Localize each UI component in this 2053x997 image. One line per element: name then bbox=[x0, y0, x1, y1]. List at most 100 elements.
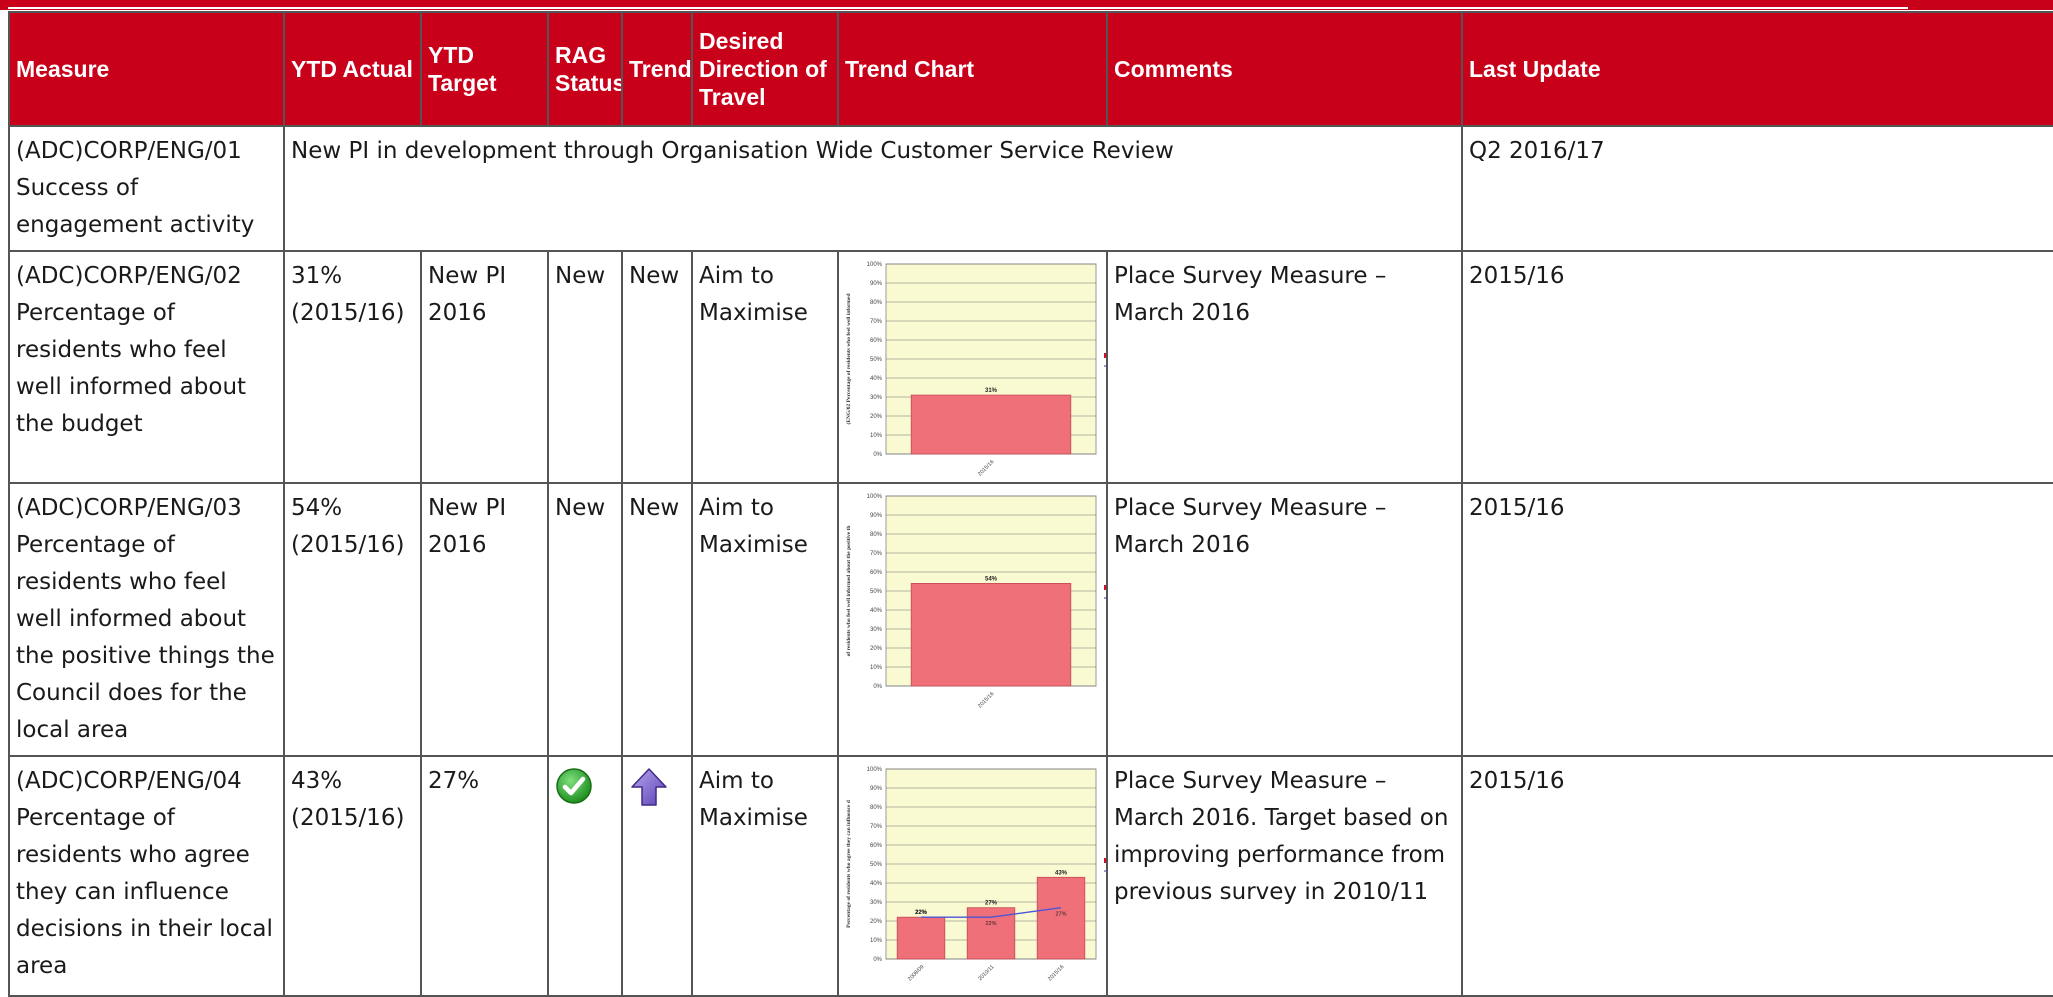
target-label: 27% bbox=[1055, 912, 1066, 918]
bar bbox=[910, 583, 1072, 687]
bar bbox=[896, 916, 946, 960]
header-comments: Comments bbox=[1106, 11, 1463, 127]
header-direction: Desired Direction of Travel bbox=[691, 11, 839, 127]
trend-chart: 0% 10% 20% 30% 40% 50% 60% 70% 80% 90% 100% (ENG/02… bbox=[845, 262, 1105, 477]
y-tick-label: 100% bbox=[867, 767, 883, 773]
y-tick-label: 80% bbox=[870, 532, 883, 538]
y-tick-label: 40% bbox=[870, 881, 883, 887]
data-label: 54% bbox=[985, 576, 998, 582]
table-row: (ADC)CORP/ENG/01 Success of engagement a… bbox=[8, 125, 2053, 252]
x-tick-label: 2015/16 bbox=[1047, 964, 1065, 982]
y-tick-label: 10% bbox=[870, 938, 883, 944]
data-label: 27% bbox=[985, 901, 998, 907]
y-tick-label: 90% bbox=[870, 786, 883, 792]
y-tick-label: 50% bbox=[870, 357, 883, 363]
ytd-target-cell: 27% bbox=[420, 755, 549, 997]
y-tick-label: 50% bbox=[870, 589, 883, 595]
y-tick-label: 0% bbox=[873, 684, 882, 690]
header-ytd-target: YTD Target bbox=[420, 11, 549, 127]
table-row: (ADC)CORP/ENG/04 Percentage of residents… bbox=[8, 755, 2053, 997]
trend-chart-cell: 0% 10% 20% 30% 40% 50% 60% 70% 80% 90% 100% Percent… bbox=[837, 755, 1108, 997]
y-tick-label: 40% bbox=[870, 608, 883, 614]
y-tick-label: 10% bbox=[870, 433, 883, 439]
y-tick-label: 70% bbox=[870, 319, 883, 325]
bar bbox=[910, 394, 1072, 455]
merged-note-cell: New PI in development through Organisati… bbox=[283, 125, 1463, 252]
header-rag-status: RAG Status bbox=[547, 11, 623, 127]
trend-cell: New bbox=[621, 250, 693, 484]
y-tick-label: 20% bbox=[870, 646, 883, 652]
header-trend-chart: Trend Chart bbox=[837, 11, 1108, 127]
x-tick-label: 2015/16 bbox=[977, 691, 995, 709]
y-tick-label: 60% bbox=[870, 570, 883, 576]
trend-cell bbox=[621, 755, 693, 997]
section-title-bar bbox=[8, 0, 1908, 9]
header-trend: Trend bbox=[621, 11, 693, 127]
x-tick-label: 2010/11 bbox=[977, 964, 995, 982]
measure-cell: (ADC)CORP/ENG/03 Percentage of residents… bbox=[8, 482, 285, 757]
y-tick-label: 80% bbox=[870, 300, 883, 306]
y-tick-label: 30% bbox=[870, 900, 883, 906]
ytd-target-cell: New PI 2016 bbox=[420, 250, 549, 484]
header-measure: Measure bbox=[8, 11, 285, 127]
y-axis-label: of residents who feel well informed abou… bbox=[846, 526, 852, 657]
performance-table: Measure YTD Actual YTD Target RAG Status… bbox=[8, 11, 2053, 997]
ytd-actual-cell: 43% (2015/16) bbox=[283, 755, 422, 997]
y-tick-label: 10% bbox=[870, 665, 883, 671]
header-row: Measure YTD Actual YTD Target RAG Status… bbox=[8, 11, 2053, 127]
trend-chart: 0% 10% 20% 30% 40% 50% 60% 70% 80% 90% 100% of resi… bbox=[846, 494, 1105, 709]
data-label: 43% bbox=[1055, 870, 1068, 876]
direction-cell: Aim to Maximise bbox=[691, 755, 839, 997]
comments-cell: Place Survey Measure – March 2016 bbox=[1106, 250, 1463, 484]
direction-cell: Aim to Maximise bbox=[691, 250, 839, 484]
trend-chart-cell: 0% 10% 20% 30% 40% 50% 60% 70% 80% 90% 100% of resi… bbox=[837, 482, 1108, 757]
last-update-cell: Q2 2016/17 bbox=[1461, 125, 2053, 252]
last-update-cell: 2015/16 bbox=[1461, 482, 2053, 757]
ytd-target-cell: New PI 2016 bbox=[420, 482, 549, 757]
rag-status-cell: New bbox=[547, 482, 623, 757]
target-label: 22% bbox=[915, 910, 926, 916]
bar bbox=[1036, 876, 1086, 960]
table-row: (ADC)CORP/ENG/03 Percentage of residents… bbox=[8, 482, 2053, 757]
direction-cell: Aim to Maximise bbox=[691, 482, 839, 757]
green-check-icon bbox=[555, 767, 593, 817]
up-arrow-icon bbox=[629, 767, 669, 819]
y-tick-label: 70% bbox=[870, 824, 883, 830]
trend-chart: 0% 10% 20% 30% 40% 50% 60% 70% 80% 90% 100% Percent… bbox=[846, 767, 1105, 982]
y-tick-label: 90% bbox=[870, 513, 883, 519]
y-tick-label: 30% bbox=[870, 627, 883, 633]
measure-cell: (ADC)CORP/ENG/04 Percentage of residents… bbox=[8, 755, 285, 997]
x-tick-label: 2015/16 bbox=[977, 459, 995, 477]
measure-cell: (ADC)CORP/ENG/02 Percentage of residents… bbox=[8, 250, 285, 484]
y-tick-label: 40% bbox=[870, 376, 883, 382]
header-ytd-actual: YTD Actual bbox=[283, 11, 422, 127]
ytd-actual-cell: 54% (2015/16) bbox=[283, 482, 422, 757]
rag-status-cell bbox=[547, 755, 623, 997]
x-tick-label: 2008/09 bbox=[907, 964, 925, 982]
y-axis-label: Percentage of residents who agree they c… bbox=[846, 800, 852, 928]
y-tick-label: 50% bbox=[870, 862, 883, 868]
y-tick-label: 70% bbox=[870, 551, 883, 557]
rag-status-cell: New bbox=[547, 250, 623, 484]
y-tick-label: 20% bbox=[870, 919, 883, 925]
trend-chart-cell: 0% 10% 20% 30% 40% 50% 60% 70% 80% 90% 100% (ENG/02… bbox=[837, 250, 1108, 484]
target-label: 22% bbox=[985, 921, 996, 927]
y-tick-label: 60% bbox=[870, 338, 883, 344]
ytd-actual-cell: 31% (2015/16) bbox=[283, 250, 422, 484]
y-tick-label: 60% bbox=[870, 843, 883, 849]
y-tick-label: 0% bbox=[873, 452, 882, 458]
table-row: (ADC)CORP/ENG/02 Percentage of residents… bbox=[8, 250, 2053, 484]
comments-cell: Place Survey Measure – March 2016 bbox=[1106, 482, 1463, 757]
y-tick-label: 20% bbox=[870, 414, 883, 420]
y-axis-label: (ENG/02 Percentage of residents who feel… bbox=[845, 293, 852, 424]
y-tick-label: 0% bbox=[873, 957, 882, 963]
data-label: 31% bbox=[985, 388, 998, 394]
comments-cell: Place Survey Measure – March 2016. Targe… bbox=[1106, 755, 1463, 997]
top-banner-strip bbox=[0, 0, 2053, 10]
y-tick-label: 100% bbox=[867, 494, 883, 500]
header-last-update: Last Update bbox=[1461, 11, 2053, 127]
last-update-cell: 2015/16 bbox=[1461, 250, 2053, 484]
trend-cell: New bbox=[621, 482, 693, 757]
last-update-cell: 2015/16 bbox=[1461, 755, 2053, 997]
y-tick-label: 30% bbox=[870, 395, 883, 401]
